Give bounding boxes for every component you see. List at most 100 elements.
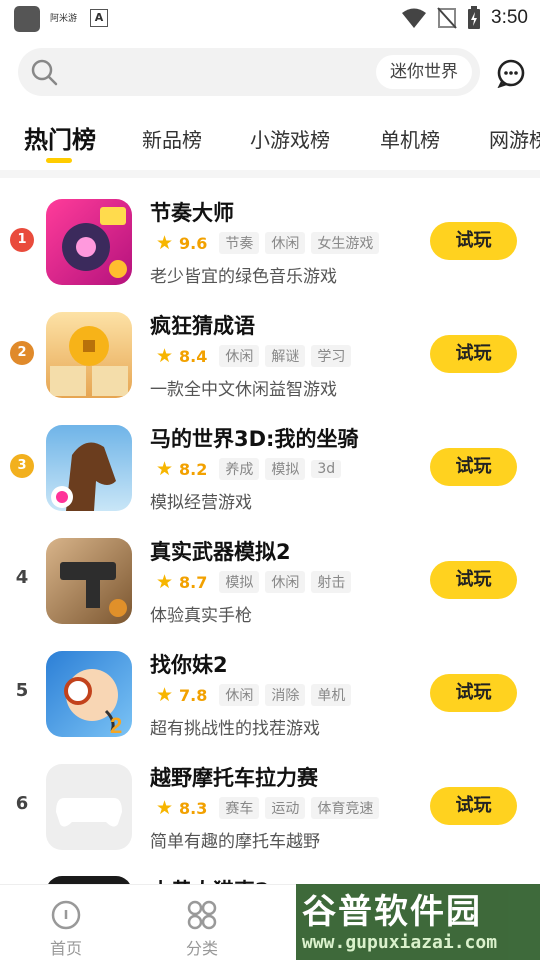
game-score: 8.4 <box>179 346 208 366</box>
rank-number: 6 <box>15 793 29 814</box>
gun-icon <box>60 562 127 617</box>
list-item[interactable]: 3 马的世界3D:我的坐骑 ★ 8.2 养成 模拟 3d 模拟经营游戏 试玩 <box>0 412 540 525</box>
game-tag: 消除 <box>265 684 306 706</box>
nav-category-label: 分类 <box>185 939 218 958</box>
game-score: 8.7 <box>179 572 208 592</box>
music-disc-icon <box>62 207 127 278</box>
game-tag: 3d <box>311 460 342 478</box>
nav-home-label: 首页 <box>49 939 82 958</box>
game-name: 小黄人猎索2 <box>150 875 270 884</box>
battery-charging-icon <box>468 6 481 29</box>
game-tag: 休闲 <box>219 345 260 367</box>
nav-home[interactable]: 首页 <box>36 899 96 959</box>
tab-indicator <box>46 158 72 163</box>
list-item[interactable]: 4 真实武器模拟2 ★ 8.7 模拟 休闲 射击 体验真实手枪 试玩 <box>0 525 540 638</box>
rank-medal-silver: 2 <box>10 341 34 365</box>
rank-tabs: 热门榜 新品榜 小游戏榜 单机榜 网游榜 <box>0 112 540 168</box>
search-input[interactable]: 迷你世界 <box>18 48 480 96</box>
game-meta: ★ 8.2 养成 模拟 3d <box>156 458 342 480</box>
gamepad-placeholder-icon <box>56 798 122 827</box>
rank-number: 5 <box>15 680 29 701</box>
watermark: 谷普软件园 www.gupuxiazai.com <box>296 884 540 960</box>
play-button[interactable]: 试玩 <box>430 448 517 486</box>
game-tag: 学习 <box>311 345 352 367</box>
tab-mini-game[interactable]: 小游戏榜 <box>250 124 330 153</box>
game-tag: 休闲 <box>219 684 260 706</box>
play-button[interactable]: 试玩 <box>430 561 517 599</box>
star-icon: ★ <box>156 571 174 593</box>
status-right: 3:50 <box>401 6 528 30</box>
category-grid-icon <box>187 900 217 930</box>
game-tag: 解谜 <box>265 345 306 367</box>
game-meta: ★ 9.6 节奏 休闲 女生游戏 <box>156 232 380 254</box>
game-desc: 超有挑战性的找茬游戏 <box>150 719 320 739</box>
game-meta: ★ 8.3 赛车 运动 体育竞速 <box>156 797 380 819</box>
app-icon: 2 <box>46 651 132 737</box>
list-item[interactable]: 1 节奏大师 ★ 9.6 节奏 休闲 女生游戏 老少皆宜的绿色音乐游戏 试玩 <box>0 186 540 299</box>
notification-app-text: 阿米游 <box>50 14 78 24</box>
game-score: 8.3 <box>179 798 208 818</box>
star-icon: ★ <box>156 232 174 254</box>
search-suggestion-chip[interactable]: 迷你世界 <box>376 55 472 89</box>
tab-online[interactable]: 网游榜 <box>489 124 540 153</box>
play-button[interactable]: 试玩 <box>430 335 517 373</box>
rank-medal-gold: 1 <box>10 228 34 252</box>
no-signal-icon <box>437 7 457 29</box>
status-bar: 阿米游 A 3:50 <box>0 0 540 36</box>
game-meta: ★ 7.8 休闲 消除 单机 <box>156 684 352 706</box>
game-tag: 模拟 <box>265 458 306 480</box>
app-icon <box>46 312 132 398</box>
star-icon: ★ <box>156 458 174 480</box>
game-score: 8.2 <box>179 459 208 479</box>
game-name: 找你妹2 <box>150 653 228 677</box>
game-name: 真实武器模拟2 <box>150 540 291 564</box>
watermark-main: 谷普软件园 <box>302 892 482 932</box>
game-name: 马的世界3D:我的坐骑 <box>150 427 359 451</box>
app-icon <box>46 199 132 285</box>
play-button[interactable]: 试玩 <box>430 674 517 712</box>
svg-text:2: 2 <box>110 713 122 737</box>
list-item[interactable]: 6 越野摩托车拉力赛 ★ 8.3 赛车 运动 体育竞速 简单有趣的摩托车越野 试… <box>0 751 540 864</box>
game-tag: 养成 <box>219 458 260 480</box>
game-tag: 休闲 <box>265 232 306 254</box>
game-score: 9.6 <box>179 233 208 253</box>
list-item[interactable]: 小黄人猎索2 <box>0 864 540 884</box>
star-icon: ★ <box>156 345 174 367</box>
a-badge-icon: A <box>90 9 108 27</box>
star-icon: ★ <box>156 797 174 819</box>
game-tag: 体育竞速 <box>311 797 380 819</box>
tab-new[interactable]: 新品榜 <box>142 124 202 153</box>
status-time: 3:50 <box>491 7 528 28</box>
home-icon <box>51 900 81 930</box>
game-name: 疯狂猜成语 <box>150 314 255 338</box>
game-meta: ★ 8.7 模拟 休闲 射击 <box>156 571 352 593</box>
game-score: 7.8 <box>179 685 208 705</box>
play-button[interactable]: 试玩 <box>430 787 517 825</box>
nav-category[interactable]: 分类 <box>172 899 232 959</box>
app-icon <box>46 764 132 850</box>
divider <box>0 170 540 178</box>
list-item[interactable]: 2 疯狂猜成语 ★ 8.4 休闲 解谜 学习 一款全中文休闲益智游戏 试玩 <box>0 299 540 412</box>
wifi-icon <box>402 8 427 28</box>
tab-single[interactable]: 单机榜 <box>380 124 440 153</box>
game-desc: 一款全中文休闲益智游戏 <box>150 380 337 400</box>
app-icon <box>46 876 132 884</box>
game-meta: ★ 8.4 休闲 解谜 学习 <box>156 345 352 367</box>
list-item[interactable]: 5 2 找你妹2 ★ 7.8 休闲 消除 单机 超有挑战性的找茬游戏 试玩 <box>0 638 540 751</box>
tab-hot[interactable]: 热门榜 <box>24 120 96 155</box>
game-name: 节奏大师 <box>150 201 234 225</box>
rank-medal-bronze: 3 <box>10 454 34 478</box>
game-tag: 节奏 <box>219 232 260 254</box>
app-icon-notification <box>14 6 40 32</box>
star-icon: ★ <box>156 684 174 706</box>
game-name: 越野摩托车拉力赛 <box>150 766 318 790</box>
game-desc: 老少皆宜的绿色音乐游戏 <box>150 267 337 287</box>
game-tag: 女生游戏 <box>311 232 380 254</box>
game-tag: 单机 <box>311 684 352 706</box>
watermark-url: www.gupuxiazai.com <box>302 932 498 953</box>
play-button[interactable]: 试玩 <box>430 222 517 260</box>
message-icon[interactable] <box>496 58 526 88</box>
game-tag: 休闲 <box>265 571 306 593</box>
game-desc: 体验真实手枪 <box>150 606 252 626</box>
game-tag: 射击 <box>311 571 352 593</box>
